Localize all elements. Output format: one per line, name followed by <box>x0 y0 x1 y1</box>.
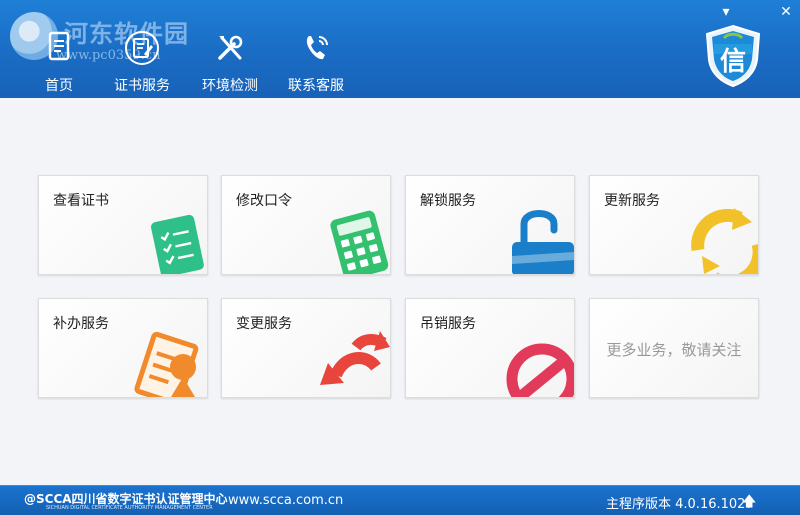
tile-reissue-service[interactable]: 补办服务 <box>38 298 208 398</box>
calculator-icon <box>330 210 389 274</box>
tile-change-password-label: 修改口令 <box>236 193 292 209</box>
footer-org-name-en: SICHUAN DIGITAL CERTIFICATE AUTHORITY MA… <box>46 505 213 511</box>
tile-unlock-service-label: 解锁服务 <box>420 193 476 209</box>
nav-cert-service[interactable]: 证书服务 <box>112 30 172 94</box>
revoke-icon <box>506 343 574 397</box>
tile-renew-service[interactable]: 更新服务 <box>589 175 759 275</box>
phone-icon <box>306 36 328 60</box>
brand-shield-char: 信 <box>720 47 746 77</box>
brand-shield-logo: 信 <box>705 24 761 88</box>
tile-change-password[interactable]: 修改口令 <box>221 175 391 275</box>
refresh-icon <box>691 208 758 274</box>
tile-view-certificate-label: 查看证书 <box>53 193 109 209</box>
tile-renew-service-label: 更新服务 <box>604 193 660 209</box>
nav-env-check-label: 环境检测 <box>202 78 258 94</box>
checklist-icon <box>151 214 204 274</box>
unlock-icon <box>512 210 574 274</box>
certificate-edit-icon <box>125 31 159 65</box>
header-bar: 河东软件园 www.pc0359.cn 首页 证书服务 环境检测 联系客服 ▾ … <box>0 0 800 98</box>
nav-env-check[interactable]: 环境检测 <box>200 30 260 94</box>
nav-contact-support-label: 联系客服 <box>288 78 344 94</box>
menu-dropdown-button[interactable]: ▾ <box>716 4 736 20</box>
tile-change-service-label: 变更服务 <box>236 316 292 332</box>
nav-home-label: 首页 <box>45 78 73 94</box>
close-button[interactable]: ✕ <box>776 4 796 20</box>
swap-arrows-icon <box>320 331 390 385</box>
tile-revoke-service[interactable]: 吊销服务 <box>405 298 575 398</box>
tile-more-coming: 更多业务，敬请关注 <box>589 298 759 398</box>
tile-reissue-service-label: 补办服务 <box>53 316 109 332</box>
tile-view-certificate[interactable]: 查看证书 <box>38 175 208 275</box>
reissue-doc-icon <box>134 331 199 397</box>
footer-website-link[interactable]: www.scca.com.cn <box>228 493 343 508</box>
nav-home[interactable]: 首页 <box>38 30 80 94</box>
tools-icon <box>218 35 243 60</box>
tile-revoke-service-label: 吊销服务 <box>420 316 476 332</box>
nav-cert-service-label: 证书服务 <box>114 78 170 94</box>
tile-more-coming-label: 更多业务，敬请关注 <box>606 341 742 359</box>
footer-version: 主程序版本 4.0.16.1027 <box>606 497 754 512</box>
document-icon <box>48 31 70 61</box>
tile-unlock-service[interactable]: 解锁服务 <box>405 175 575 275</box>
update-arrow-icon[interactable]: 🡅 <box>742 491 758 510</box>
footer-bar: @SCCA四川省数字证书认证管理中心 SICHUAN DIGITAL CERTI… <box>0 485 800 515</box>
nav-contact-support[interactable]: 联系客服 <box>286 30 346 94</box>
footer-org-logo: @SCCA四川省数字证书认证管理中心 SICHUAN DIGITAL CERTI… <box>24 490 228 512</box>
tile-change-service[interactable]: 变更服务 <box>221 298 391 398</box>
